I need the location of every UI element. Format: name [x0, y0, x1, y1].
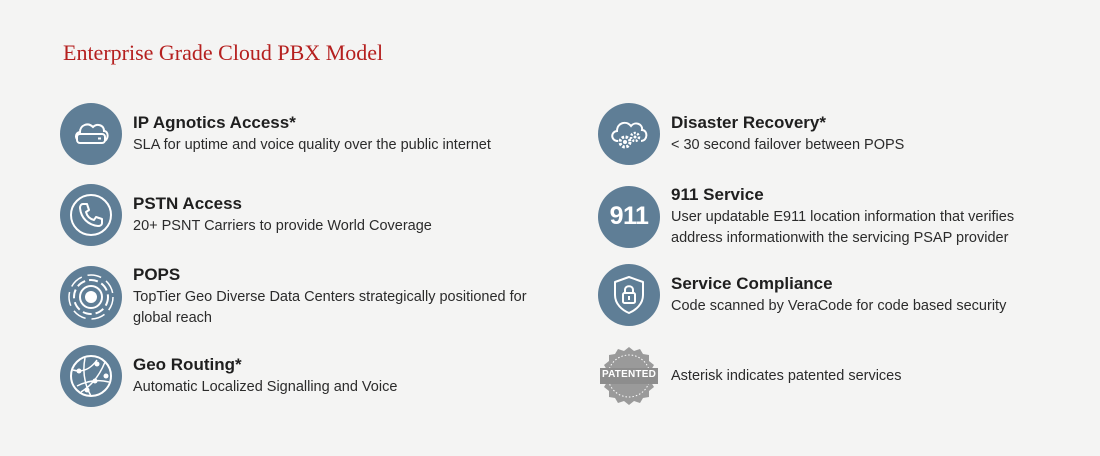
911-icon: 911	[598, 185, 660, 248]
feature-description: < 30 second failover between POPS	[671, 137, 905, 153]
feature-description: Automatic Localized Signalling and Voice	[133, 379, 398, 395]
feature-patent-note: PATENTED Asterisk indicates patented ser…	[598, 345, 1068, 407]
feature-description: 20+ PSNT Carriers to provide World Cover…	[133, 218, 432, 234]
patented-badge-text: PATENTED	[601, 369, 656, 380]
feature-geo-routing: Geo Routing* Automatic Localized Signall…	[60, 345, 530, 407]
patented-badge-icon: PATENTED	[598, 345, 660, 407]
globe-network-icon	[60, 345, 122, 407]
feature-heading: 911 Service	[671, 185, 764, 204]
feature-pops: POPS TopTier Geo Diverse Data Centers st…	[60, 264, 530, 329]
feature-pstn-access: PSTN Access 20+ PSNT Carriers to provide…	[60, 184, 530, 246]
feature-911-service: 911 911 Service User updatable E911 loca…	[598, 184, 1068, 249]
feature-description: User updatable E911 location information…	[671, 209, 1015, 246]
feature-description: Code scanned by VeraCode for code based …	[671, 298, 1007, 314]
phone-icon	[60, 184, 122, 246]
feature-heading: IP Agnotics Access*	[133, 113, 296, 132]
feature-ip-access: IP Agnotics Access* SLA for uptime and v…	[60, 103, 530, 165]
feature-heading: POPS	[133, 265, 181, 284]
feature-description: TopTier Geo Diverse Data Centers strateg…	[133, 289, 527, 326]
feature-heading: Service Compliance	[671, 274, 833, 293]
radar-target-icon	[60, 265, 122, 328]
feature-heading: Geo Routing*	[133, 355, 242, 374]
page-title: Enterprise Grade Cloud PBX Model	[63, 40, 384, 65]
cloud-drive-icon	[60, 103, 122, 165]
feature-service-compliance: Service Compliance Code scanned by VeraC…	[598, 264, 1068, 326]
feature-description: Asterisk indicates patented services	[671, 367, 902, 384]
feature-heading: PSTN Access	[133, 194, 242, 213]
shield-lock-icon	[598, 264, 660, 326]
feature-disaster-recovery: Disaster Recovery* < 30 second failover …	[598, 103, 1068, 165]
cloud-gears-icon	[598, 103, 660, 165]
feature-heading: Disaster Recovery*	[671, 113, 826, 132]
feature-description: SLA for uptime and voice quality over th…	[133, 137, 491, 153]
911-icon-text: 911	[609, 202, 649, 230]
